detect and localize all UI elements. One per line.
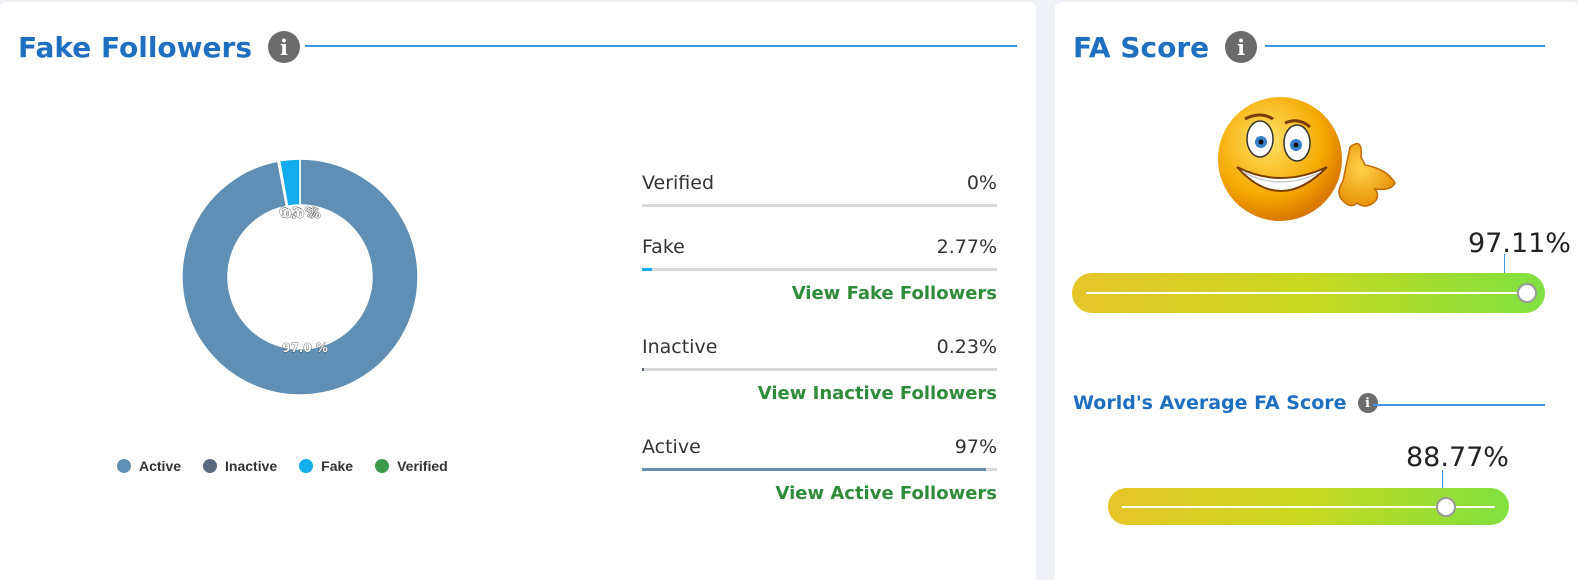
stat-progress-bar [642, 268, 997, 271]
stat-progress-fill [642, 268, 652, 271]
legend-dot [299, 459, 314, 473]
slider-knob [1517, 283, 1537, 303]
slider-track [1086, 292, 1531, 294]
stat-verified: Verified 0% [642, 172, 997, 207]
stat-label: Verified [642, 172, 715, 194]
fa-score-slider [1072, 273, 1545, 313]
stat-label: Inactive [642, 336, 718, 358]
chart-legend: Active Inactive Fake Verified [117, 458, 448, 474]
world-average-value: 88.77% [1406, 442, 1509, 473]
info-icon[interactable]: i [1357, 393, 1378, 413]
legend-item-fake[interactable]: Fake [299, 458, 353, 474]
fa-score-header: FA Score i [1073, 27, 1258, 67]
info-icon[interactable]: i [267, 31, 300, 63]
stat-inactive: Inactive 0.23% View Inactive Followers [642, 336, 997, 404]
stat-progress-bar [642, 368, 997, 371]
fake-followers-panel: Fake Followers i 97.0 % 0.2 % 2.8 % 0.0 % A… [0, 2, 1036, 580]
stat-progress-fill [642, 468, 987, 471]
fa-score-panel: FA Score i 97.11% World's Average FA Sco… [1055, 2, 1578, 580]
stat-value: 0.23% [936, 336, 997, 358]
followers-donut-chart: 97.0 %0.2 %2.8 %0.0 % [181, 158, 419, 396]
legend-label: Fake [321, 458, 354, 474]
fake-followers-header: Fake Followers i [18, 27, 300, 67]
stat-active: Active 97% View Active Followers [642, 436, 997, 504]
world-average-header: World's Average FA Score i [1073, 390, 1378, 416]
legend-dot [117, 459, 131, 473]
legend-item-inactive[interactable]: Inactive [203, 458, 277, 474]
header-divider [305, 45, 1017, 47]
fa-score-title: FA Score [1073, 30, 1210, 64]
stat-value: 97% [954, 436, 997, 458]
stat-label: Active [642, 436, 701, 458]
stat-fake: Fake 2.77% View Fake Followers [642, 236, 997, 304]
stat-progress-fill [642, 368, 644, 371]
view-inactive-followers-link[interactable]: View Inactive Followers [642, 383, 997, 404]
legend-label: Verified [397, 458, 448, 474]
world-average-slider [1108, 488, 1509, 525]
legend-dot [203, 459, 218, 473]
view-fake-followers-link[interactable]: View Fake Followers [642, 283, 997, 304]
legend-dot [375, 459, 390, 473]
stat-value: 2.77% [936, 236, 997, 258]
header-divider [1373, 404, 1545, 406]
fake-followers-title: Fake Followers [18, 30, 252, 64]
fa-score-value: 97.11% [1468, 228, 1571, 259]
donut-label-verified: 0.0 % [283, 207, 320, 221]
thumbs-up-smiley-icon [1218, 97, 1396, 221]
view-active-followers-link[interactable]: View Active Followers [642, 483, 997, 504]
legend-label: Active [139, 458, 182, 474]
header-divider [1265, 45, 1545, 47]
legend-item-active[interactable]: Active [117, 458, 181, 474]
donut-label-active: 97.0 % [282, 341, 328, 355]
stat-value: 0% [966, 172, 997, 194]
stat-label: Fake [642, 236, 685, 258]
slider-knob [1436, 497, 1456, 517]
stat-progress-bar [642, 204, 997, 207]
legend-item-verified[interactable]: Verified [375, 458, 448, 474]
stat-progress-bar [642, 468, 997, 471]
legend-label: Inactive [225, 458, 278, 474]
info-icon[interactable]: i [1225, 31, 1258, 63]
world-average-title: World's Average FA Score [1073, 392, 1347, 414]
